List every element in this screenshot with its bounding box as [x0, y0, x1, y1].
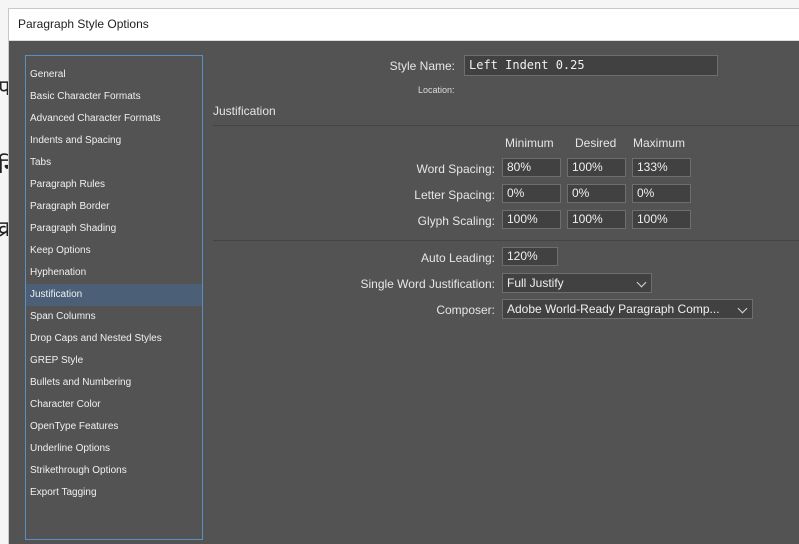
word-spacing-max-input[interactable]: 133%	[632, 158, 691, 177]
single-word-justification-value: Full Justify	[507, 276, 564, 290]
sidebar-item-export-tagging[interactable]: Export Tagging	[26, 482, 202, 504]
style-name-input[interactable]: Left Indent 0.25	[464, 55, 718, 76]
single-word-justification-label: Single Word Justification:	[360, 277, 495, 291]
letter-spacing-desired-input[interactable]: 0%	[567, 184, 626, 203]
sidebar-item-span-columns[interactable]: Span Columns	[26, 306, 202, 328]
letter-spacing-min-input[interactable]: 0%	[502, 184, 561, 203]
sidebar-item-indents-and-spacing[interactable]: Indents and Spacing	[26, 130, 202, 152]
sidebar-item-paragraph-shading[interactable]: Paragraph Shading	[26, 218, 202, 240]
letter-spacing-label: Letter Spacing:	[414, 188, 495, 202]
glyph-scaling-label: Glyph Scaling:	[417, 214, 495, 228]
header-desired: Desired	[575, 136, 617, 150]
window-title: Paragraph Style Options	[18, 17, 149, 31]
sidebar-item-strikethrough-options[interactable]: Strikethrough Options	[26, 460, 202, 482]
sidebar-item-grep-style[interactable]: GREP Style	[26, 350, 202, 372]
style-name-label: Style Name:	[389, 59, 455, 73]
sidebar-item-tabs[interactable]: Tabs	[26, 152, 202, 174]
paragraph-style-dialog: Paragraph Style Options General Basic Ch…	[9, 9, 799, 544]
sidebar-item-character-color[interactable]: Character Color	[26, 394, 202, 416]
glyph-scaling-desired-input[interactable]: 100%	[567, 210, 626, 229]
sidebar-item-opentype-features[interactable]: OpenType Features	[26, 416, 202, 438]
title-bar[interactable]: Paragraph Style Options	[9, 9, 799, 41]
word-spacing-label: Word Spacing:	[416, 162, 496, 176]
sidebar-item-drop-caps-and-nested-styles[interactable]: Drop Caps and Nested Styles	[26, 328, 202, 350]
sidebar-item-general[interactable]: General	[26, 64, 202, 86]
sidebar-item-basic-character-formats[interactable]: Basic Character Formats	[26, 86, 202, 108]
glyph-scaling-min-input[interactable]: 100%	[502, 210, 561, 229]
category-list[interactable]: General Basic Character Formats Advanced…	[25, 55, 203, 540]
sidebar-item-hyphenation[interactable]: Hyphenation	[26, 262, 202, 284]
single-word-justification-select[interactable]: Full Justify	[502, 273, 652, 293]
chevron-down-icon	[737, 303, 748, 314]
chevron-down-icon	[636, 277, 647, 288]
section-divider	[213, 125, 799, 126]
section-divider	[213, 240, 799, 241]
section-title: Justification	[213, 104, 276, 118]
letter-spacing-max-input[interactable]: 0%	[632, 184, 691, 203]
sidebar-item-keep-options[interactable]: Keep Options	[26, 240, 202, 262]
glyph-scaling-max-input[interactable]: 100%	[632, 210, 691, 229]
header-maximum: Maximum	[633, 136, 686, 150]
sidebar-item-underline-options[interactable]: Underline Options	[26, 438, 202, 460]
word-spacing-desired-input[interactable]: 100%	[567, 158, 626, 177]
sidebar-item-paragraph-border[interactable]: Paragraph Border	[26, 196, 202, 218]
header-minimum: Minimum	[505, 136, 554, 150]
auto-leading-label: Auto Leading:	[420, 251, 495, 265]
location-label: Location:	[418, 85, 455, 95]
word-spacing-min-input[interactable]: 80%	[502, 158, 561, 177]
auto-leading-input[interactable]: 120%	[502, 247, 558, 266]
composer-value: Adobe World-Ready Paragraph Comp...	[507, 302, 720, 316]
composer-label: Composer:	[436, 303, 495, 317]
composer-select[interactable]: Adobe World-Ready Paragraph Comp...	[502, 299, 753, 319]
sidebar-item-bullets-and-numbering[interactable]: Bullets and Numbering	[26, 372, 202, 394]
sidebar-item-paragraph-rules[interactable]: Paragraph Rules	[26, 174, 202, 196]
sidebar-item-advanced-character-formats[interactable]: Advanced Character Formats	[26, 108, 202, 130]
sidebar-item-justification[interactable]: Justification	[26, 284, 202, 306]
